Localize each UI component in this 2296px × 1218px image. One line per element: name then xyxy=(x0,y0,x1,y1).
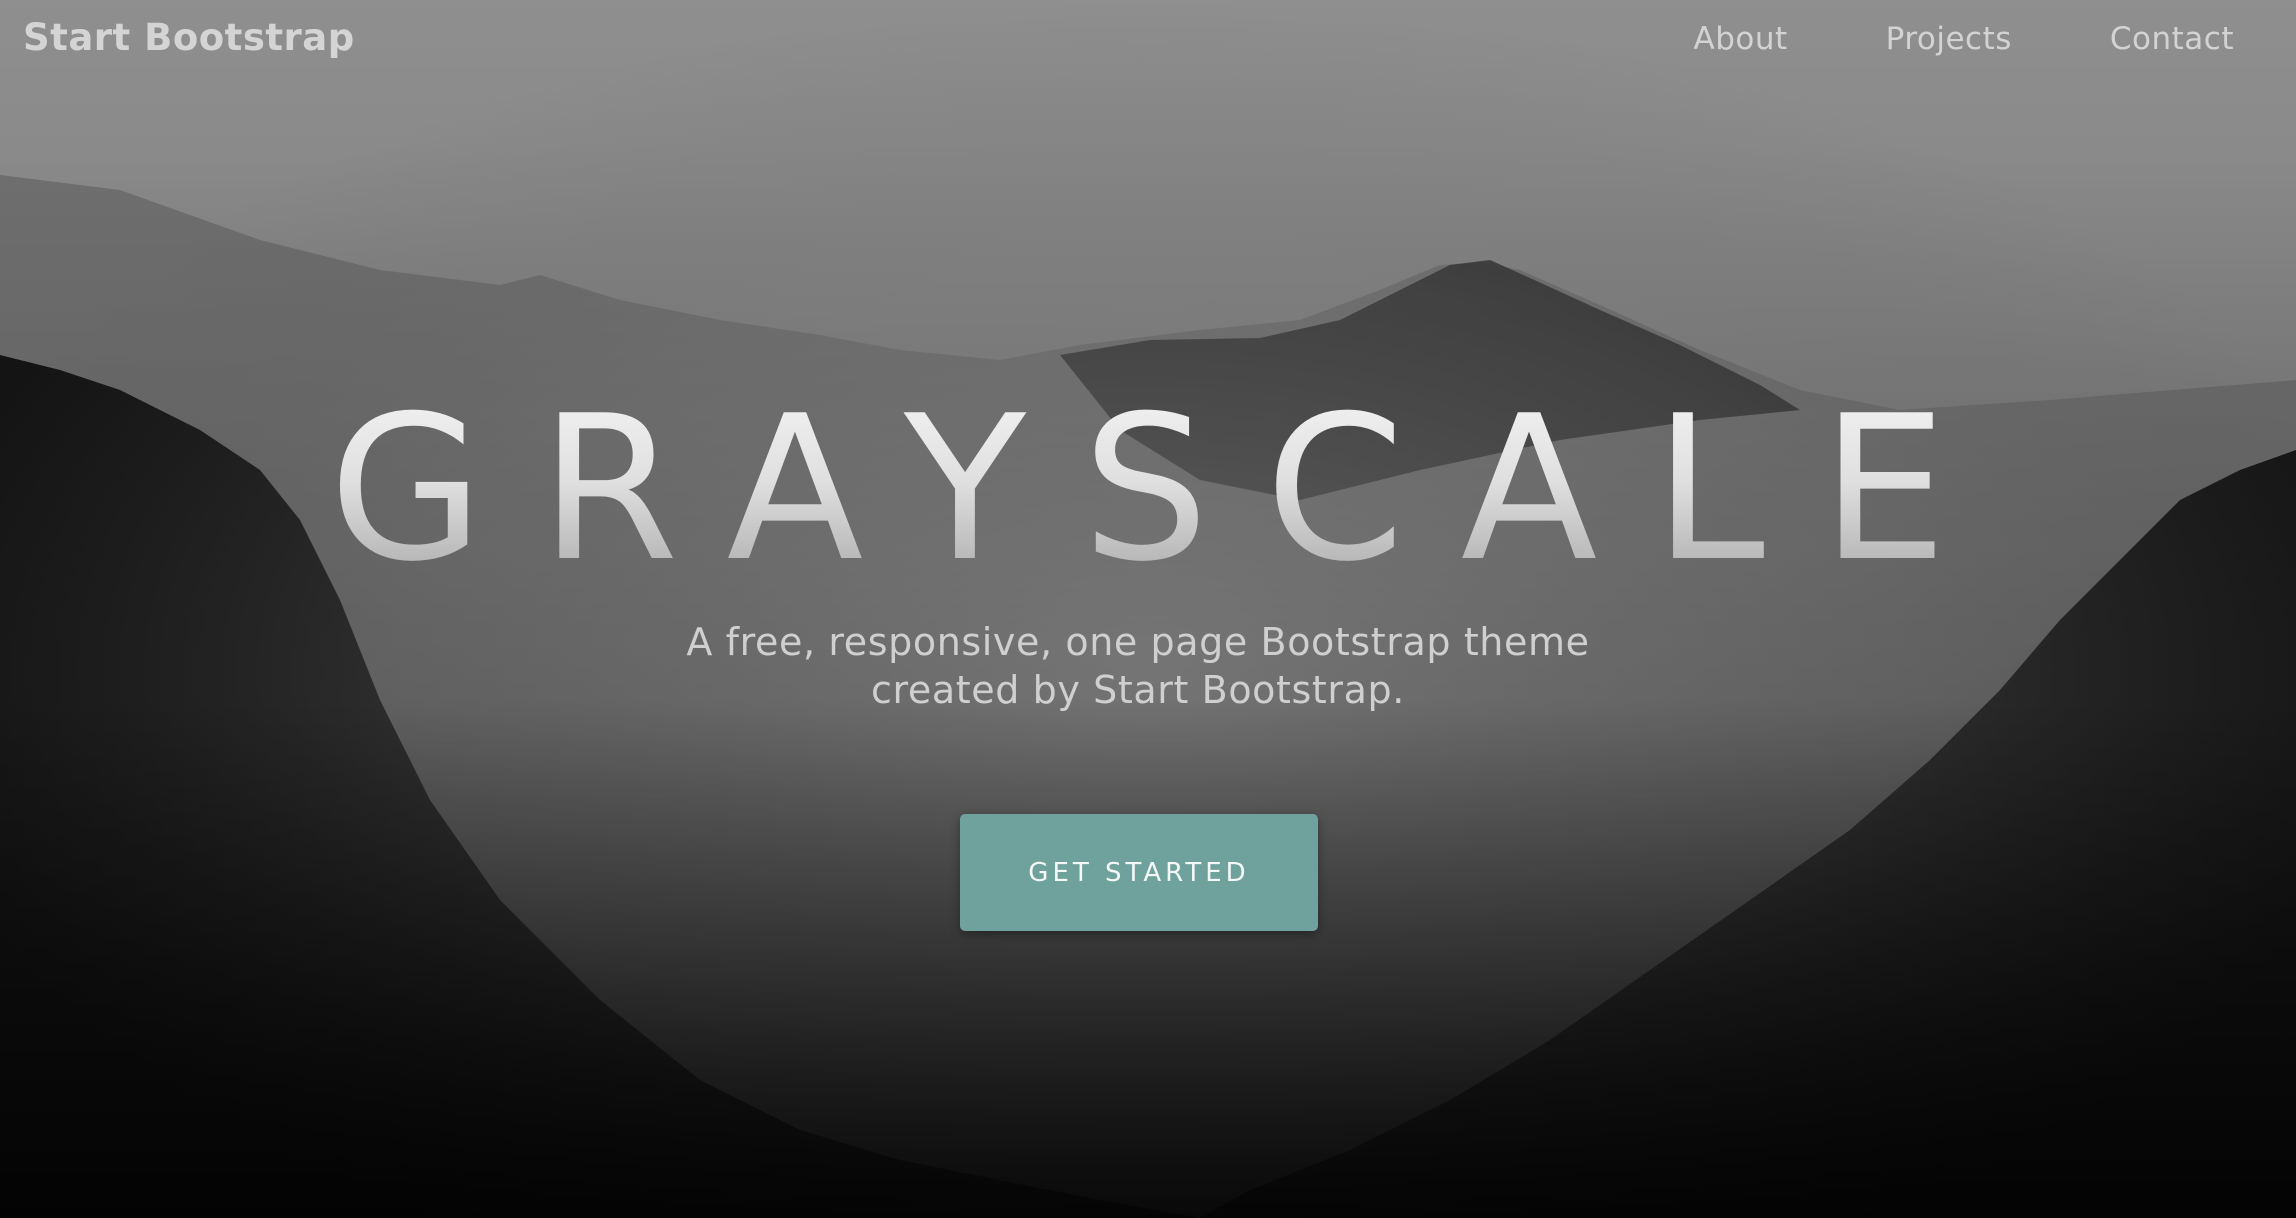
hero-subtitle: A free, responsive, one page Bootstrap t… xyxy=(686,620,1590,712)
hero-section: GRAYSCALE A free, responsive, one page B… xyxy=(0,0,2296,1218)
landing-page: Start Bootstrap About Projects Contact G… xyxy=(0,0,2296,1218)
get-started-button[interactable]: GET STARTED xyxy=(960,814,1318,931)
hero-title: GRAYSCALE xyxy=(0,390,2276,590)
